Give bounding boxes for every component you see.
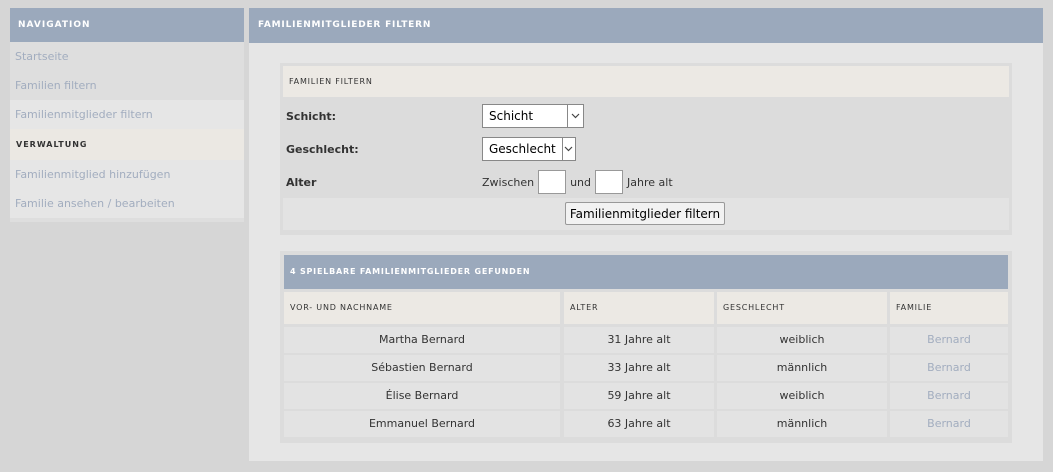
geschlecht-select-value: Geschlecht [489, 142, 556, 156]
chevron-down-icon [567, 105, 583, 127]
column-header-alter: ALTER [564, 292, 714, 324]
results-table: 4 SPIELBARE FAMILIENMITGLIEDER GEFUNDEN … [280, 251, 1012, 443]
chevron-down-icon [561, 138, 575, 160]
alter-min-input[interactable] [538, 170, 567, 194]
filter-title: FAMILIEN FILTERN [283, 66, 1009, 97]
column-header-geschlecht: GESCHLECHT [717, 292, 887, 324]
page-title: FAMILIENMITGLIEDER FILTERN [249, 8, 1043, 43]
cell-geschlecht: männlich [717, 411, 887, 437]
filter-submit-button[interactable]: Familienmitglieder filtern [565, 202, 725, 225]
alter-label: Alter [286, 175, 317, 189]
column-header-name: VOR- UND NACHNAME [284, 292, 560, 324]
sidebar-item-startseite[interactable]: Startseite [10, 42, 244, 71]
sidebar-item-familienmitglieder-filtern[interactable]: Familienmitglieder filtern [10, 100, 244, 129]
cell-geschlecht: männlich [717, 355, 887, 381]
geschlecht-row: Geschlecht: Geschlecht [286, 137, 576, 161]
alter-row: Alter Zwischen und Jahre alt [286, 170, 673, 194]
schicht-row: Schicht: Schicht [286, 104, 584, 128]
sidebar-item-familien-filtern[interactable]: Familien filtern [10, 71, 244, 100]
cell-familie-link[interactable]: Bernard [890, 383, 1008, 409]
sidebar-item-familienmitglied-hinzufuegen[interactable]: Familienmitglied hinzufügen [10, 160, 244, 189]
results-title: 4 SPIELBARE FAMILIENMITGLIEDER GEFUNDEN [284, 255, 1008, 289]
schicht-select[interactable]: Schicht [482, 104, 584, 128]
sidebar: NAVIGATION Startseite Familien filtern F… [10, 8, 244, 222]
cell-name: Martha Bernard [284, 327, 560, 353]
column-header-familie: FAMILIE [890, 292, 1008, 324]
cell-alter: 59 Jahre alt [564, 383, 714, 409]
alter-max-input[interactable] [595, 170, 624, 194]
cell-familie-link[interactable]: Bernard [890, 411, 1008, 437]
cell-familie-link[interactable]: Bernard [890, 355, 1008, 381]
geschlecht-select[interactable]: Geschlecht [482, 137, 576, 161]
submit-row: Familienmitglieder filtern [283, 198, 1009, 230]
cell-name: Sébastien Bernard [284, 355, 560, 381]
schicht-select-value: Schicht [489, 109, 534, 123]
cell-name: Élise Bernard [284, 383, 560, 409]
cell-alter: 31 Jahre alt [564, 327, 714, 353]
main-panel: FAMILIENMITGLIEDER FILTERN FAMILIEN FILT… [249, 8, 1043, 461]
schicht-label: Schicht: [286, 109, 337, 123]
sidebar-section-title: VERWALTUNG [10, 129, 244, 160]
cell-geschlecht: weiblich [717, 383, 887, 409]
und-text: und [570, 175, 592, 189]
zwischen-text: Zwischen [482, 175, 535, 189]
cell-alter: 63 Jahre alt [564, 411, 714, 437]
filter-form: FAMILIEN FILTERN Schicht: Schicht Geschl… [280, 63, 1012, 235]
cell-geschlecht: weiblich [717, 327, 887, 353]
cell-name: Emmanuel Bernard [284, 411, 560, 437]
geschlecht-label: Geschlecht: [286, 142, 359, 156]
sidebar-title: NAVIGATION [10, 8, 244, 42]
cell-alter: 33 Jahre alt [564, 355, 714, 381]
jahre-alt-text: Jahre alt [627, 175, 673, 189]
cell-familie-link[interactable]: Bernard [890, 327, 1008, 353]
sidebar-item-familie-ansehen[interactable]: Familie ansehen / bearbeiten [10, 189, 244, 218]
